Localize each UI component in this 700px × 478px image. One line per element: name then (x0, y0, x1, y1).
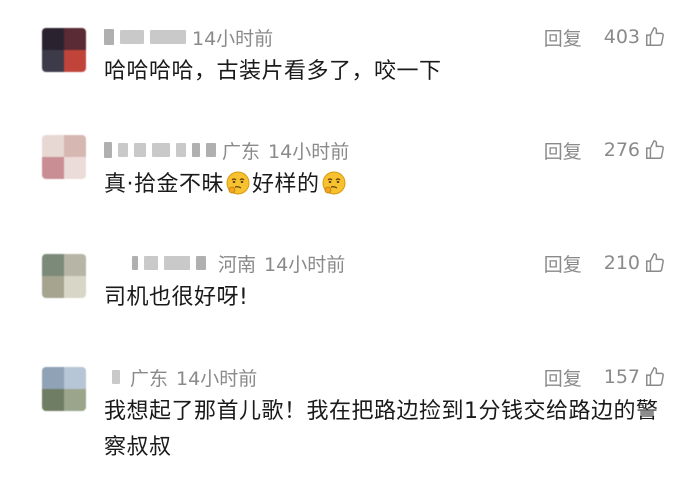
comment-actions: 回复 157 (544, 363, 666, 391)
comment-text: 哈哈哈哈，古装片看多了，咬一下 (104, 59, 442, 84)
comment-region: 广东 (130, 367, 169, 390)
comment-item: 广东 14小时前 回复 276 真·拾金不昧 好样的 (0, 113, 700, 223)
thinking-face-emoji (322, 171, 346, 195)
avatar[interactable] (42, 254, 86, 298)
redacted-username (112, 370, 120, 384)
comment-time: 14小时前 (176, 367, 258, 390)
comment-meta: 广东 14小时前 (104, 363, 257, 391)
redacted-username (164, 256, 190, 270)
like-count: 403 (603, 26, 640, 48)
reply-button[interactable]: 回复 (544, 250, 582, 277)
comment-region: 河南 (218, 253, 257, 276)
comment-time: 14小时前 (268, 140, 350, 163)
reply-button[interactable]: 回复 (544, 364, 582, 391)
like-count: 157 (603, 366, 640, 388)
comment-meta: 河南 14小时前 (104, 249, 345, 277)
comment-text-part: 真·拾金不昧 (104, 172, 224, 197)
comment-item: 广东 14小时前 回复 157 我想起了那首儿歌！我在把路边捡到1分钱交给路边的… (0, 340, 700, 478)
thumbs-up-icon[interactable] (644, 139, 666, 161)
comment-actions: 回复 276 (544, 136, 666, 164)
comment-text: 我想起了那首儿歌！我在把路边捡到1分钱交给路边的警察叔叔 (104, 399, 659, 460)
redacted-username (104, 29, 114, 45)
redacted-username (206, 143, 216, 157)
comment-text: 真·拾金不昧 好样的 (104, 167, 674, 203)
avatar[interactable] (42, 135, 86, 179)
redacted-username (104, 142, 112, 158)
redacted-username (196, 256, 206, 270)
comment-time: 14小时前 (264, 253, 346, 276)
comment-actions: 回复 210 (544, 249, 666, 277)
comment-item: 14小时前 回复 403 哈哈哈哈，古装片看多了，咬一下 (0, 0, 700, 110)
comment-region: 广东 (222, 140, 261, 163)
avatar[interactable] (42, 28, 86, 72)
comment-text: 司机也很好呀! (104, 285, 249, 310)
thumbs-up-icon[interactable] (644, 366, 666, 388)
comment-meta: 14小时前 (104, 23, 273, 51)
thumbs-up-icon[interactable] (644, 26, 666, 48)
redacted-username (132, 256, 138, 270)
thumbs-up-icon[interactable] (644, 252, 666, 274)
thinking-face-emoji (226, 171, 250, 195)
like-count: 276 (603, 139, 640, 161)
redacted-username (152, 143, 170, 157)
comment-text-part: 好样的 (252, 172, 320, 197)
redacted-username (150, 30, 186, 44)
comment-actions: 回复 403 (544, 23, 666, 51)
reply-button[interactable]: 回复 (544, 137, 582, 164)
redacted-username (134, 143, 146, 157)
comment-meta: 广东 14小时前 (104, 136, 349, 164)
avatar[interactable] (42, 367, 86, 411)
comment-item: 河南 14小时前 回复 210 司机也很好呀! (0, 226, 700, 336)
like-count: 210 (603, 252, 640, 274)
comment-time: 14小时前 (192, 27, 274, 50)
redacted-username (192, 143, 200, 157)
redacted-username (144, 256, 158, 270)
reply-button[interactable]: 回复 (544, 24, 582, 51)
redacted-username (118, 143, 128, 157)
redacted-username (176, 143, 186, 157)
redacted-username (120, 30, 144, 44)
